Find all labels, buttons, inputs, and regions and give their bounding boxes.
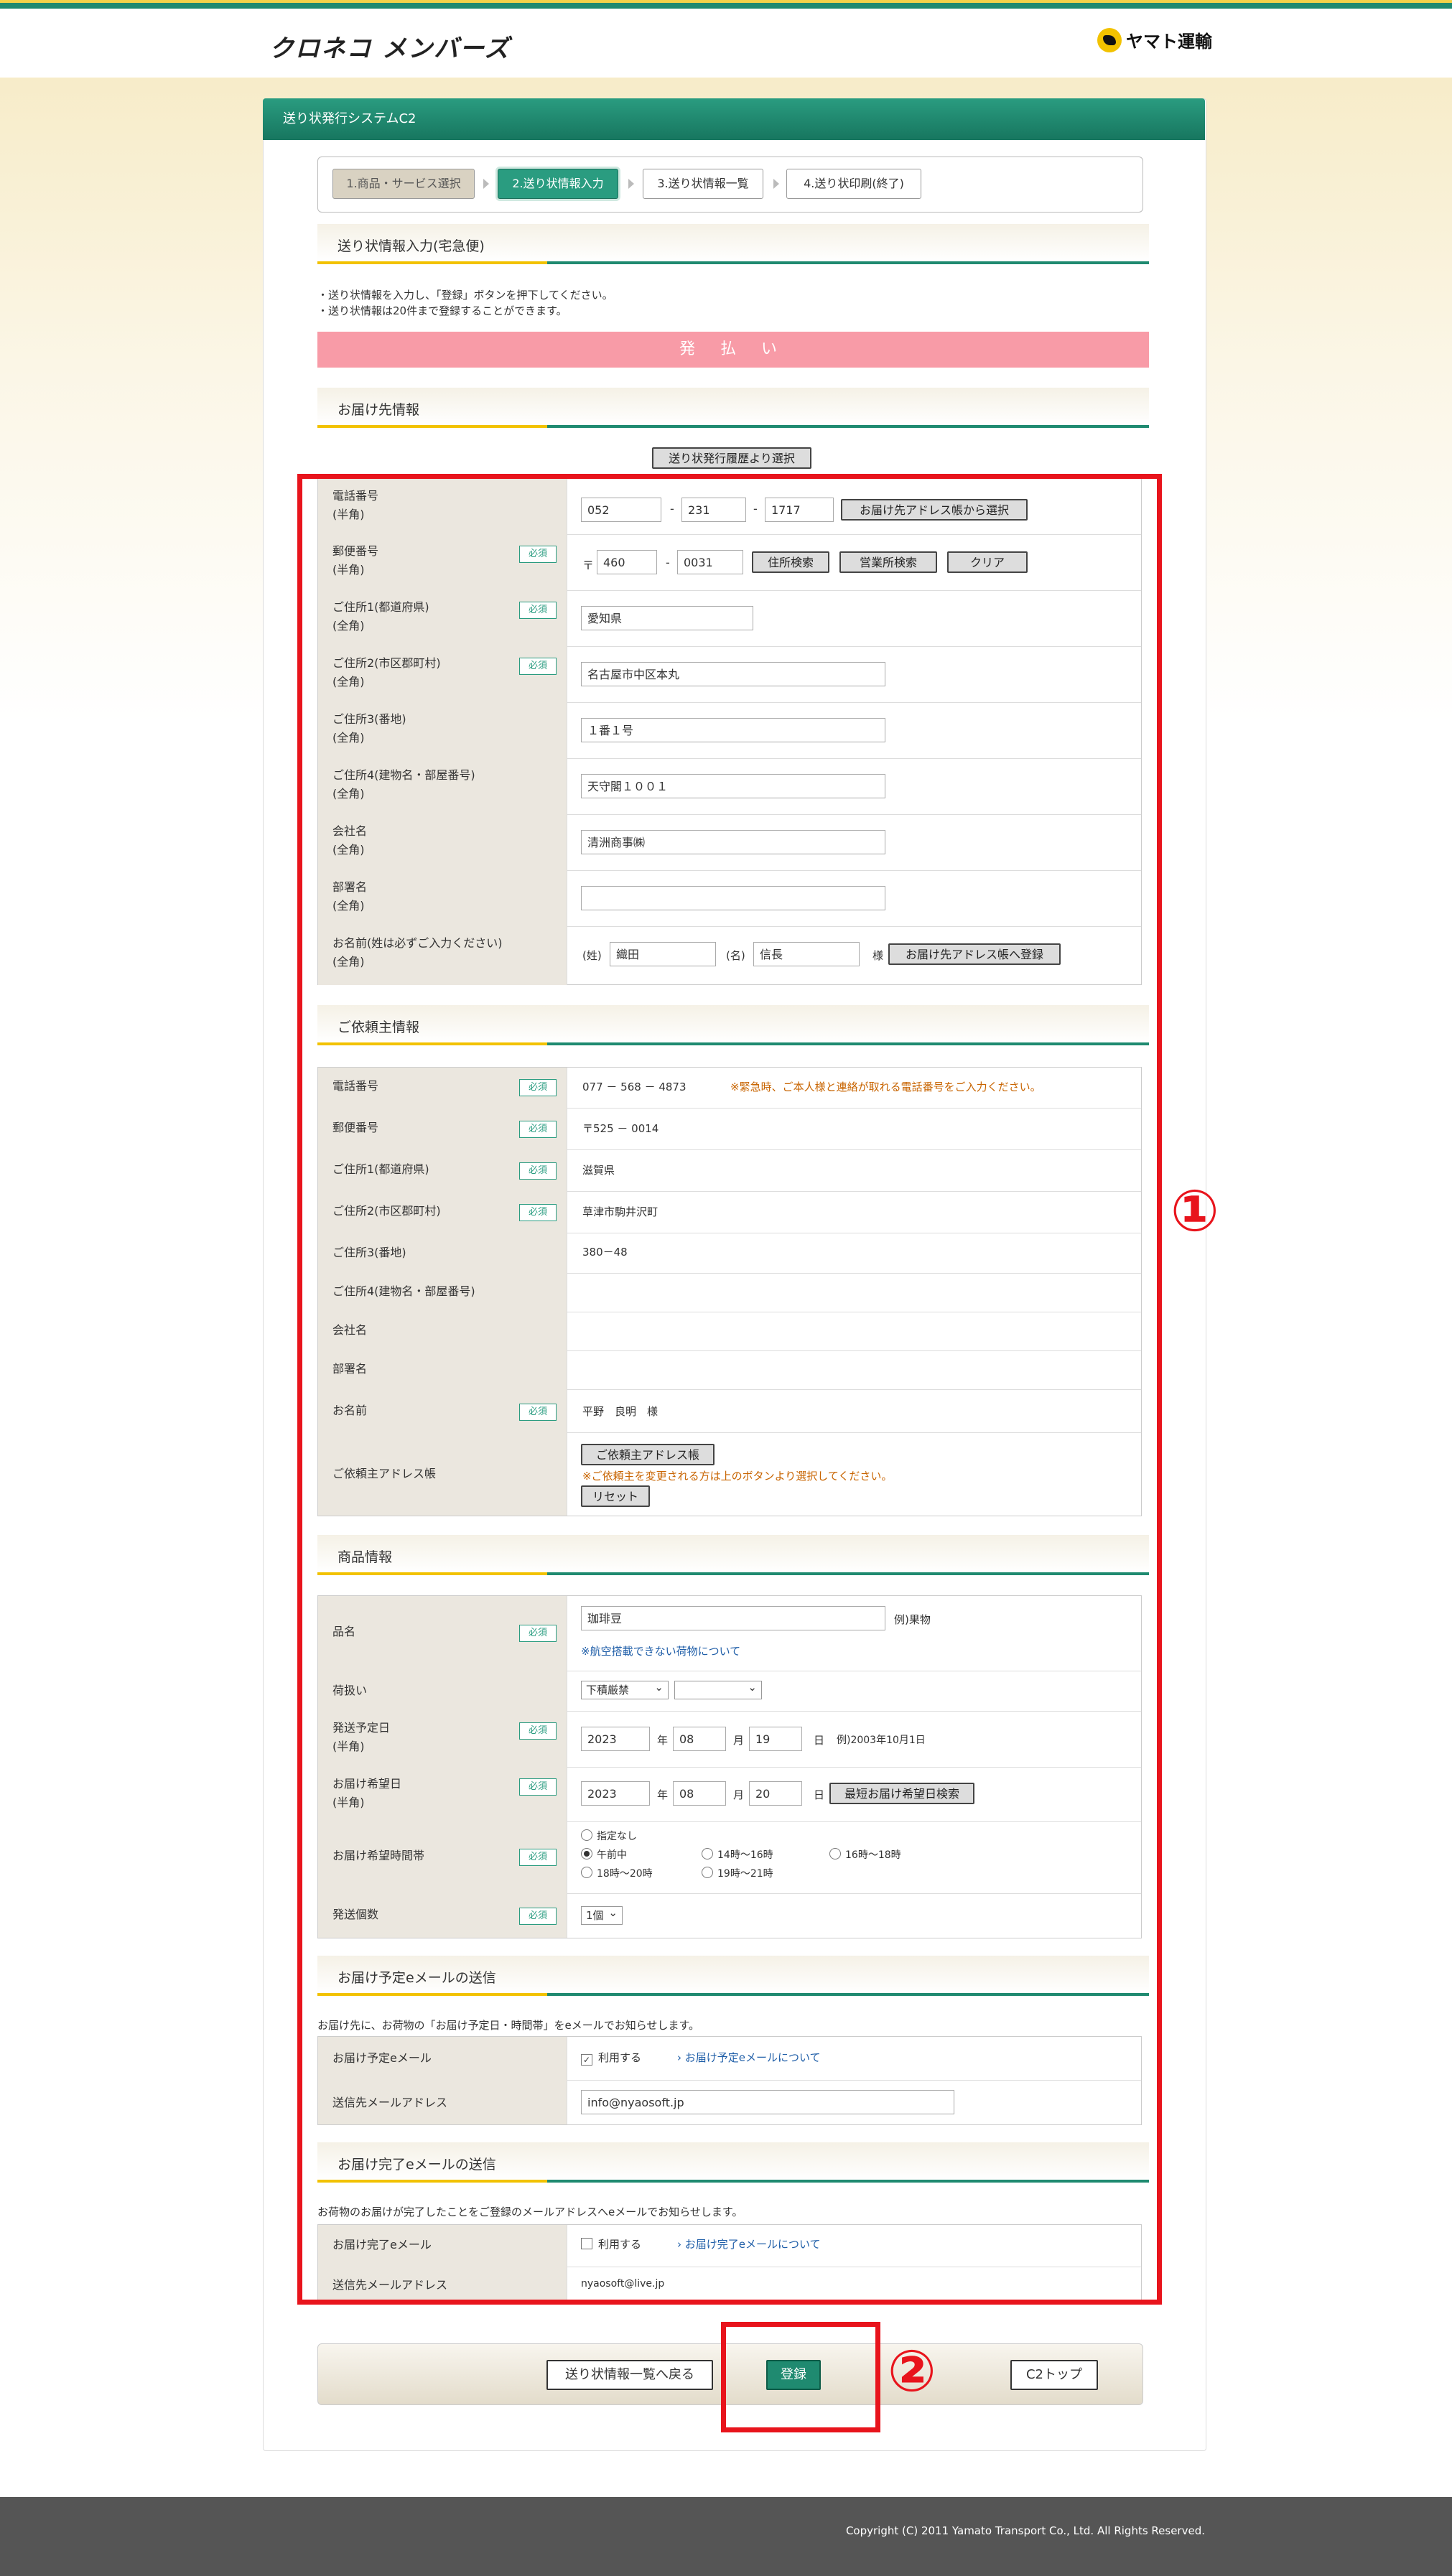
back-to-list-button[interactable]: 送り状情報一覧へ戻る <box>546 2360 713 2390</box>
footer: Copyright (C) 2011 Yamato Transport Co.,… <box>0 2497 1452 2576</box>
step-4: 4.送り状印刷(終了) <box>786 169 921 199</box>
brand-name: ヤマト運輸 <box>1126 32 1212 52</box>
payment-type-banner: 発 払 い <box>317 332 1149 368</box>
instruction-line: ・送り状情報は20件まで登録することができます。 <box>317 304 567 317</box>
section-title: お届け先情報 <box>338 402 420 418</box>
step-indicator: 1.商品・サービス選択 2.送り状情報入力 3.送り状情報一覧 4.送り状印刷(… <box>317 157 1143 213</box>
site-header: クロネコ メンバーズ ヤマト運輸 <box>0 9 1452 78</box>
annotation-label-1: ① <box>1171 1177 1219 1244</box>
kuroneko-members-logo[interactable]: クロネコ メンバーズ <box>269 29 510 64</box>
instructions: ・送り状情報を入力し、「登録」ボタンを押下してください。 ・送り状情報は20件ま… <box>317 287 613 319</box>
section-header-main: 送り状情報入力(宅急便) <box>317 224 1149 264</box>
step-3: 3.送り状情報一覧 <box>643 169 763 199</box>
copyright: Copyright (C) 2011 Yamato Transport Co.,… <box>845 2524 1205 2537</box>
panel-title: 送り状発行システムC2 <box>263 98 1205 140</box>
annotation-label-2: ② <box>888 2338 936 2404</box>
annotation-box-2 <box>721 2322 880 2432</box>
top-accent-bar <box>0 0 1452 9</box>
section-header-destination: お届け先情報 <box>317 388 1149 428</box>
yamato-logo[interactable]: ヤマト運輸 <box>1097 27 1212 52</box>
section-title: 送り状情報入力(宅急便) <box>338 238 485 254</box>
c2-top-button[interactable]: C2トップ <box>1010 2360 1098 2390</box>
step-1: 1.商品・サービス選択 <box>332 169 475 199</box>
black-cat-icon <box>1097 27 1122 52</box>
instruction-line: ・送り状情報を入力し、「登録」ボタンを押下してください。 <box>317 289 613 302</box>
history-select-button[interactable]: 送り状発行履歴より選択 <box>652 447 811 469</box>
annotation-box-1 <box>297 474 1162 2305</box>
step-arrow-icon <box>483 179 489 189</box>
step-arrow-icon <box>773 179 779 189</box>
step-arrow-icon <box>628 179 634 189</box>
step-2-current: 2.送り状情報入力 <box>498 169 618 199</box>
